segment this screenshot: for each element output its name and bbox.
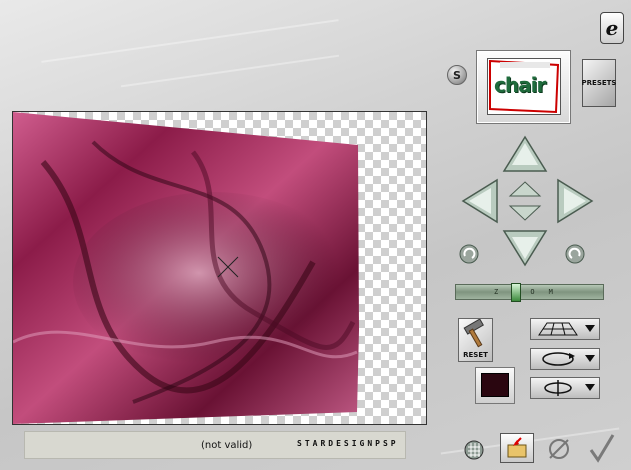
open-button[interactable] [500,433,534,463]
arrow-down-icon[interactable] [502,229,548,267]
small-up-icon[interactable] [508,180,542,198]
status-bar: (not valid) STARDESIGNPSP [24,431,406,459]
reset-button[interactable]: RESET [458,318,493,362]
background-streak [120,54,340,88]
reset-label: RESET [463,351,488,359]
chevron-down-icon [585,384,595,391]
perspective-grid-icon [538,322,578,336]
brand-text: STARDESIGNPSP [297,439,399,448]
thumbnail-frame[interactable]: chair [476,50,571,124]
arrow-left-icon[interactable] [461,178,499,224]
status-text: (not valid) [201,440,253,451]
presets-button[interactable]: PRESETS [582,59,616,107]
arrow-up-icon[interactable] [502,135,548,173]
flip-icon [544,380,572,396]
thumbnail-image: chair [487,58,561,115]
texture-swatch-preview [481,373,509,397]
small-down-icon[interactable] [508,204,542,222]
folder-open-icon [507,437,527,458]
background-streak [41,19,339,63]
s-button[interactable]: S [447,65,467,85]
cancel-icon[interactable] [546,436,572,462]
perspective-dropdown[interactable] [530,318,600,340]
presets-label: PRESETS [581,79,617,87]
horizontal-rotate-dropdown[interactable] [530,348,600,370]
rotate-left-icon[interactable] [458,243,480,265]
logo-icon: e [600,12,624,44]
logo-letter: e [605,16,619,40]
thumbnail-text: chair [494,73,546,97]
zoom-slider[interactable]: ZOOM [455,283,604,302]
rotate-right-icon[interactable] [564,243,586,265]
chevron-down-icon [585,325,595,332]
zoom-slider-thumb[interactable] [511,283,521,302]
preview-image [13,112,359,424]
flip-dropdown[interactable] [530,377,600,399]
hammer-icon [463,318,484,348]
texture-swatch[interactable] [475,367,515,404]
grid-icon[interactable] [464,440,484,460]
horizontal-rotate-icon [542,352,575,366]
chevron-down-icon [585,355,595,362]
arrow-right-icon[interactable] [556,178,594,224]
checkmark-icon[interactable] [588,432,616,464]
preview-canvas[interactable] [12,111,427,425]
zoom-label: ZOOM [494,288,567,296]
s-button-label: S [453,68,461,82]
